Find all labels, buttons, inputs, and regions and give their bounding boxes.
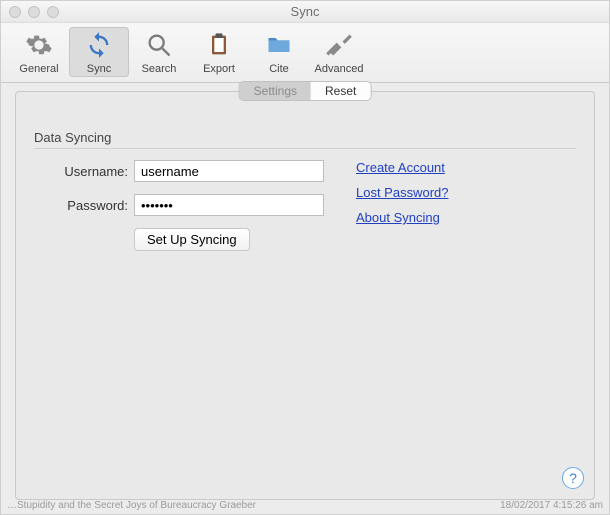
toolbar: General Sync Search Export Cite [1,23,609,83]
lost-password-link[interactable]: Lost Password? [356,185,449,200]
close-window-icon[interactable] [9,6,21,18]
toolbar-label: Export [189,63,249,75]
username-input[interactable] [134,160,324,182]
section-title: Data Syncing [34,130,111,145]
sync-links: Create Account Lost Password? About Sync… [356,160,449,225]
tools-icon [309,29,369,61]
background-window-strip: …Stupidity and the Secret Joys of Bureau… [1,500,609,514]
window-title: Sync [9,4,601,19]
minimize-window-icon[interactable] [28,6,40,18]
search-icon [129,29,189,61]
toolbar-search[interactable]: Search [129,27,189,77]
gear-icon [9,29,69,61]
password-input[interactable] [134,194,324,216]
window-controls [9,6,59,18]
preferences-window: Sync General Sync Search Export [0,0,610,515]
username-label: Username: [42,164,128,179]
toolbar-general[interactable]: General [9,27,69,77]
divider [34,148,576,149]
setup-syncing-button[interactable]: Set Up Syncing [134,228,250,251]
bg-right-text: 18/02/2017 4:15:26 am [500,500,603,514]
folder-icon [249,29,309,61]
clipboard-icon [189,29,249,61]
zoom-window-icon[interactable] [47,6,59,18]
help-button[interactable]: ? [562,467,584,489]
toolbar-advanced[interactable]: Advanced [309,27,369,77]
tab-switcher: Settings Reset [240,82,371,100]
toolbar-cite[interactable]: Cite [249,27,309,77]
help-icon: ? [569,470,577,486]
toolbar-sync[interactable]: Sync [69,27,129,77]
sync-form: Username: Password: Set Up Syncing [42,160,324,251]
toolbar-label: General [9,63,69,75]
toolbar-export[interactable]: Export [189,27,249,77]
toolbar-label: Cite [249,63,309,75]
about-syncing-link[interactable]: About Syncing [356,210,449,225]
titlebar: Sync [1,1,609,23]
bg-left-text: …Stupidity and the Secret Joys of Bureau… [7,500,256,514]
sync-icon [69,29,129,61]
toolbar-label: Search [129,63,189,75]
create-account-link[interactable]: Create Account [356,160,449,175]
toolbar-label: Sync [69,63,129,75]
tab-reset[interactable]: Reset [311,82,370,100]
content-panel: Settings Reset Data Syncing Username: Pa… [15,91,595,500]
password-label: Password: [42,198,128,213]
toolbar-label: Advanced [309,63,369,75]
tab-settings[interactable]: Settings [240,82,311,100]
